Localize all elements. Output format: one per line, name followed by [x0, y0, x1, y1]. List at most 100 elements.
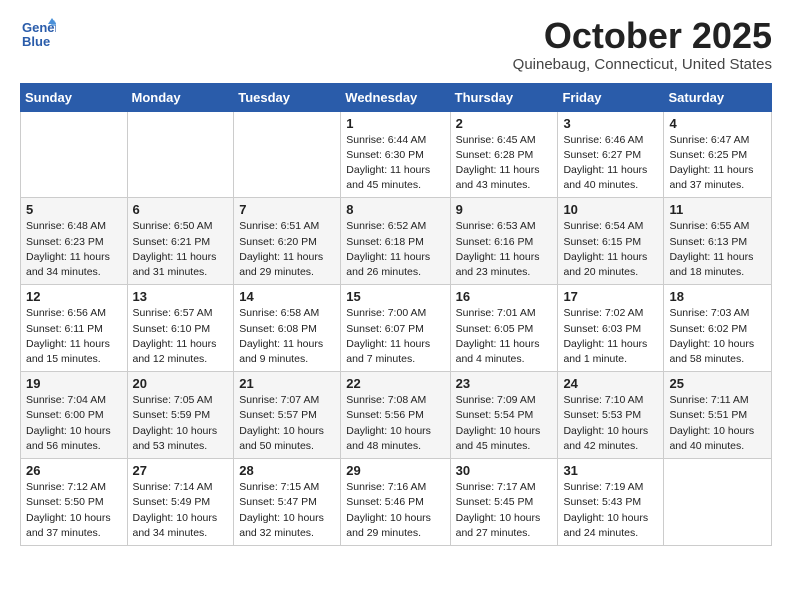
calendar-cell: 3 Sunrise: 6:46 AM Sunset: 6:27 PM Daylig… [558, 111, 664, 198]
calendar-cell: 7 Sunrise: 6:51 AM Sunset: 6:20 PM Daylig… [234, 198, 341, 285]
day-info: Sunrise: 6:53 AM Sunset: 6:16 PM Dayligh… [456, 219, 553, 280]
calendar-cell: 8Sunrise: 6:52 AM Sunset: 6:18 PM Daylig… [341, 198, 450, 285]
calendar-cell: 23 Sunrise: 7:09 AM Sunset: 5:54 PM Dayli… [450, 372, 558, 459]
week-row-3: 12Sunrise: 6:56 AM Sunset: 6:11 PM Dayli… [21, 285, 772, 372]
calendar-cell: 5 Sunrise: 6:48 AM Sunset: 6:23 PM Daylig… [21, 198, 128, 285]
weekday-header-row: SundayMondayTuesdayWednesdayThursdayFrid… [21, 83, 772, 111]
weekday-header-tuesday: Tuesday [234, 83, 341, 111]
calendar-cell: 4Sunrise: 6:47 AM Sunset: 6:25 PM Daylig… [664, 111, 772, 198]
day-info: Sunrise: 7:04 AM Sunset: 6:00 PM Dayligh… [26, 393, 122, 454]
day-info: Sunrise: 7:05 AM Sunset: 5:59 PM Dayligh… [133, 393, 229, 454]
title-block: October 2025 Quinebaug, Connecticut, Uni… [513, 16, 772, 73]
day-info: Sunrise: 7:11 AM Sunset: 5:51 PM Dayligh… [669, 393, 766, 454]
calendar-cell: 19 Sunrise: 7:04 AM Sunset: 6:00 PM Dayli… [21, 372, 128, 459]
calendar-cell: 24 Sunrise: 7:10 AM Sunset: 5:53 PM Dayli… [558, 372, 664, 459]
day-number: 6 [133, 202, 229, 217]
day-info: Sunrise: 7:14 AM Sunset: 5:49 PM Dayligh… [133, 480, 229, 541]
day-info: Sunrise: 6:45 AM Sunset: 6:28 PM Dayligh… [456, 133, 553, 194]
svg-text:Blue: Blue [22, 34, 50, 49]
weekday-header-saturday: Saturday [664, 83, 772, 111]
day-number: 24 [563, 376, 658, 391]
calendar-cell: 12Sunrise: 6:56 AM Sunset: 6:11 PM Dayli… [21, 285, 128, 372]
calendar-cell: 15 Sunrise: 7:00 AM Sunset: 6:07 PM Dayli… [341, 285, 450, 372]
week-row-1: 1 Sunrise: 6:44 AM Sunset: 6:30 PM Daylig… [21, 111, 772, 198]
calendar-cell: 1 Sunrise: 6:44 AM Sunset: 6:30 PM Daylig… [341, 111, 450, 198]
page: General Blue October 2025 Quinebaug, Con… [0, 0, 792, 566]
day-info: Sunrise: 6:50 AM Sunset: 6:21 PM Dayligh… [133, 219, 229, 280]
week-row-5: 26 Sunrise: 7:12 AM Sunset: 5:50 PM Dayli… [21, 459, 772, 546]
calendar-cell: 18Sunrise: 7:03 AM Sunset: 6:02 PM Dayli… [664, 285, 772, 372]
day-number: 29 [346, 463, 444, 478]
calendar-cell: 14 Sunrise: 6:58 AM Sunset: 6:08 PM Dayli… [234, 285, 341, 372]
week-row-2: 5 Sunrise: 6:48 AM Sunset: 6:23 PM Daylig… [21, 198, 772, 285]
day-info: Sunrise: 7:09 AM Sunset: 5:54 PM Dayligh… [456, 393, 553, 454]
day-info: Sunrise: 6:56 AM Sunset: 6:11 PM Dayligh… [26, 306, 122, 367]
day-info: Sunrise: 6:55 AM Sunset: 6:13 PM Dayligh… [669, 219, 766, 280]
day-number: 25 [669, 376, 766, 391]
calendar-cell [21, 111, 128, 198]
day-number: 19 [26, 376, 122, 391]
calendar-table: SundayMondayTuesdayWednesdayThursdayFrid… [20, 83, 772, 546]
day-number: 9 [456, 202, 553, 217]
day-info: Sunrise: 7:08 AM Sunset: 5:56 PM Dayligh… [346, 393, 444, 454]
day-number: 30 [456, 463, 553, 478]
day-info: Sunrise: 6:58 AM Sunset: 6:08 PM Dayligh… [239, 306, 335, 367]
calendar-cell: 26 Sunrise: 7:12 AM Sunset: 5:50 PM Dayli… [21, 459, 128, 546]
day-info: Sunrise: 7:07 AM Sunset: 5:57 PM Dayligh… [239, 393, 335, 454]
logo-icon: General Blue [20, 16, 56, 52]
day-number: 16 [456, 289, 553, 304]
day-number: 22 [346, 376, 444, 391]
day-info: Sunrise: 7:12 AM Sunset: 5:50 PM Dayligh… [26, 480, 122, 541]
day-info: Sunrise: 6:57 AM Sunset: 6:10 PM Dayligh… [133, 306, 229, 367]
day-number: 1 [346, 116, 444, 131]
day-number: 15 [346, 289, 444, 304]
day-number: 5 [26, 202, 122, 217]
day-number: 7 [239, 202, 335, 217]
day-number: 13 [133, 289, 229, 304]
day-info: Sunrise: 7:01 AM Sunset: 6:05 PM Dayligh… [456, 306, 553, 367]
weekday-header-friday: Friday [558, 83, 664, 111]
calendar-cell: 25 Sunrise: 7:11 AM Sunset: 5:51 PM Dayli… [664, 372, 772, 459]
calendar-cell: 9 Sunrise: 6:53 AM Sunset: 6:16 PM Daylig… [450, 198, 558, 285]
day-info: Sunrise: 7:17 AM Sunset: 5:45 PM Dayligh… [456, 480, 553, 541]
day-info: Sunrise: 6:51 AM Sunset: 6:20 PM Dayligh… [239, 219, 335, 280]
day-info: Sunrise: 7:10 AM Sunset: 5:53 PM Dayligh… [563, 393, 658, 454]
day-info: Sunrise: 7:02 AM Sunset: 6:03 PM Dayligh… [563, 306, 658, 367]
location-title: Quinebaug, Connecticut, United States [513, 56, 772, 73]
calendar-cell: 20 Sunrise: 7:05 AM Sunset: 5:59 PM Dayli… [127, 372, 234, 459]
month-title: October 2025 [513, 16, 772, 56]
day-info: Sunrise: 7:19 AM Sunset: 5:43 PM Dayligh… [563, 480, 658, 541]
calendar-cell: 27 Sunrise: 7:14 AM Sunset: 5:49 PM Dayli… [127, 459, 234, 546]
week-row-4: 19 Sunrise: 7:04 AM Sunset: 6:00 PM Dayli… [21, 372, 772, 459]
day-number: 27 [133, 463, 229, 478]
day-number: 23 [456, 376, 553, 391]
calendar-cell: 2Sunrise: 6:45 AM Sunset: 6:28 PM Daylig… [450, 111, 558, 198]
weekday-header-sunday: Sunday [21, 83, 128, 111]
calendar-cell: 17 Sunrise: 7:02 AM Sunset: 6:03 PM Dayli… [558, 285, 664, 372]
calendar-cell: 10Sunrise: 6:54 AM Sunset: 6:15 PM Dayli… [558, 198, 664, 285]
weekday-header-thursday: Thursday [450, 83, 558, 111]
calendar-cell: 31 Sunrise: 7:19 AM Sunset: 5:43 PM Dayli… [558, 459, 664, 546]
day-info: Sunrise: 6:48 AM Sunset: 6:23 PM Dayligh… [26, 219, 122, 280]
day-number: 26 [26, 463, 122, 478]
day-number: 11 [669, 202, 766, 217]
day-number: 28 [239, 463, 335, 478]
calendar-cell: 6 Sunrise: 6:50 AM Sunset: 6:21 PM Daylig… [127, 198, 234, 285]
day-info: Sunrise: 6:46 AM Sunset: 6:27 PM Dayligh… [563, 133, 658, 194]
calendar-cell: 13 Sunrise: 6:57 AM Sunset: 6:10 PM Dayli… [127, 285, 234, 372]
day-number: 3 [563, 116, 658, 131]
day-info: Sunrise: 7:00 AM Sunset: 6:07 PM Dayligh… [346, 306, 444, 367]
calendar-cell [127, 111, 234, 198]
day-info: Sunrise: 6:44 AM Sunset: 6:30 PM Dayligh… [346, 133, 444, 194]
day-number: 21 [239, 376, 335, 391]
day-number: 18 [669, 289, 766, 304]
day-number: 31 [563, 463, 658, 478]
weekday-header-monday: Monday [127, 83, 234, 111]
calendar-cell: 22 Sunrise: 7:08 AM Sunset: 5:56 PM Dayli… [341, 372, 450, 459]
day-number: 14 [239, 289, 335, 304]
day-number: 17 [563, 289, 658, 304]
day-number: 20 [133, 376, 229, 391]
calendar-cell: 16 Sunrise: 7:01 AM Sunset: 6:05 PM Dayli… [450, 285, 558, 372]
logo: General Blue [20, 16, 60, 52]
day-number: 4 [669, 116, 766, 131]
